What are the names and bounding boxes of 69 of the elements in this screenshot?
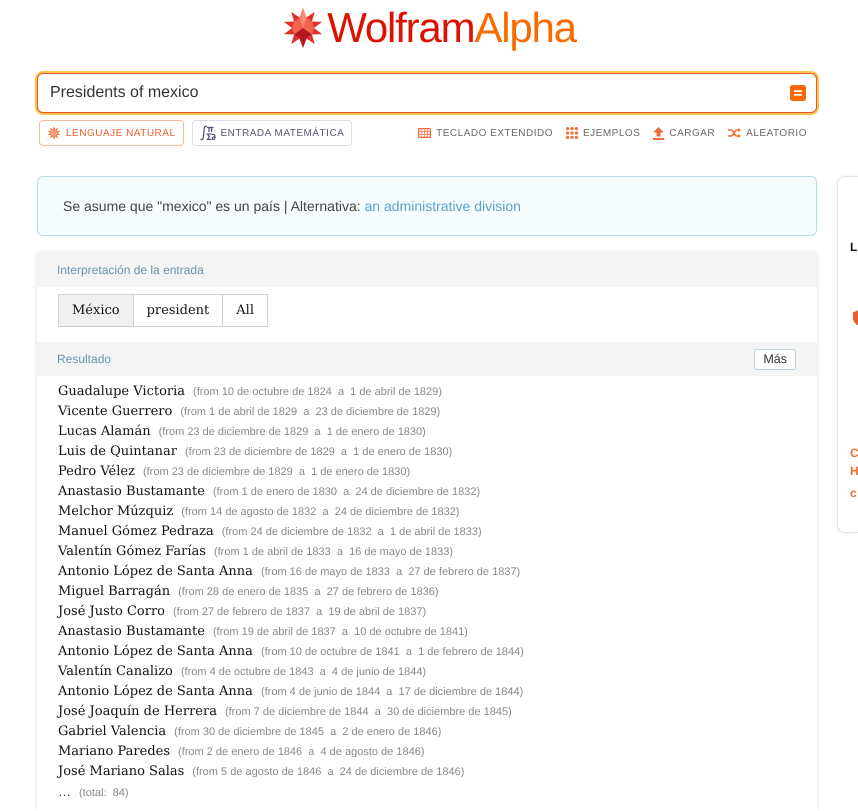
input-mode-tab[interactable]: ENTRADA MATEMÁTICA [192,120,352,146]
ellipsis: … [58,783,71,801]
term-dates: (from 1 de abril de 1833 a 16 de mayo de 1833) [214,545,454,560]
spiky-star-icon [47,126,61,140]
term-dates: (from 10 de octubre de 1841 a 1 de febrero de 1844) [260,645,524,660]
term-dates: (from 7 de diciembre de 1844 a 30 de diciembre de 1845) [224,705,512,720]
total-count: (total: 84) [79,786,129,801]
search-field[interactable]: Presidents of mexico [37,73,817,113]
president-name: Miguel Barragán [58,583,170,601]
grid-icon [418,128,432,138]
upload-icon [653,126,664,140]
president-name: Valentín Canalizo [58,663,173,681]
president-name: Anastasio Bustamante [58,483,205,501]
president-name: Gabriel Valencia [58,723,166,741]
term-dates: (from 16 de mayo de 1833 a 27 de febrero de 1837) [260,565,520,580]
president-name: Mariano Paredes [58,743,170,761]
assumption-text: Se asume que "mexico" es un país | Alternativa: an administrative division [63,198,521,214]
more-button[interactable]: Más [754,348,796,370]
president-name: Vicente Guerrero [58,403,172,421]
term-dates: (from 23 de diciembre de 1829 a 1 de enero de 1830) [158,425,426,440]
wordmark-logo: WolframAlpha [327,6,576,50]
pod-title: Resultado [57,352,112,366]
term-dates: (from 4 de octubre de 1843 a 4 de junio de 1844) [180,665,426,680]
promo-text: c [850,485,858,502]
pod-title: Interpretación de la entrada [57,263,204,277]
tool-link[interactable]: EJEMPLOS [566,126,640,140]
president-name: Pedro Vélez [58,463,135,481]
tool-link[interactable]: CARGAR [653,126,716,140]
term-dates: (from 23 de diciembre de 1829 a 1 de enero de 1830) [185,445,452,460]
president-name: José Justo Corro [58,603,166,621]
term-dates: (from 1 de enero de 1830 a 24 de diciembre de 1832) [212,485,480,500]
term-dates: (from 4 de junio de 1844 a 17 de diciembre de 1844) [260,685,524,700]
president-name: Valentín Gómez Farías [58,543,206,561]
term-dates: (from 5 de agosto de 1846 a 24 de diciembre de 1846) [192,765,464,780]
math-symbols-icon [200,125,216,141]
president-name: Antonio López de Santa Anna [58,643,253,661]
president-name: Antonio López de Santa Anna [58,563,253,581]
president-name: Guadalupe Victoria [58,383,186,401]
term-dates: (from 30 de diciembre de 1845 a 2 de enero de 1846) [174,725,442,740]
shuffle-icon [728,128,742,138]
president-name: José Mariano Salas [58,763,184,781]
term-dates: (from 27 de febrero de 1837 a 19 de abril de 1837) [173,605,426,620]
president-name: Melchor Múzquiz [58,503,174,521]
dot-grid-icon [566,127,578,139]
term-dates: (from 19 de abril de 1837 a 10 de octubre de 1841) [212,625,468,640]
interpretation-option[interactable]: president [132,294,224,327]
promo-text: H [850,463,858,480]
president-name: Antonio López de Santa Anna [58,683,253,701]
interpretation-option[interactable]: All [222,294,268,327]
tool-link[interactable]: ALEATORIO [728,126,807,140]
term-dates: (from 24 de diciembre de 1832 a 1 de abril de 1833) [222,525,482,540]
term-dates: (from 23 de diciembre de 1829 a 1 de enero de 1830) [142,465,410,480]
term-dates: (from 28 de enero de 1835 a 27 de febrero de 1836) [178,585,439,600]
term-dates: (from 14 de agosto de 1832 a 24 de diciembre de 1832) [181,505,460,520]
president-name: Luis de Quintanar [58,443,177,461]
term-dates: (from 2 de enero de 1846 a 4 de agosto de 1846) [178,745,424,760]
president-name: Anastasio Bustamante [58,623,205,641]
card-heading: L [850,239,858,255]
tool-link[interactable]: TECLADO EXTENDIDO [418,126,554,140]
shield-icon [853,310,858,326]
president-name: Manuel Gómez Pedraza [58,523,214,541]
spiky-star-icon [282,6,324,48]
term-dates: (from 10 de octubre de 1824 a 1 de abril de 1829) [193,385,442,400]
interpretation-option[interactable]: México [58,294,134,327]
president-name: Lucas Alamán [58,423,151,441]
president-name: José Joaquín de Herrera [58,703,217,721]
term-dates: (from 1 de abril de 1829 a 23 de diciembre de 1829) [180,405,440,420]
equals-icon[interactable] [790,85,806,101]
promo-text: C [850,445,858,462]
